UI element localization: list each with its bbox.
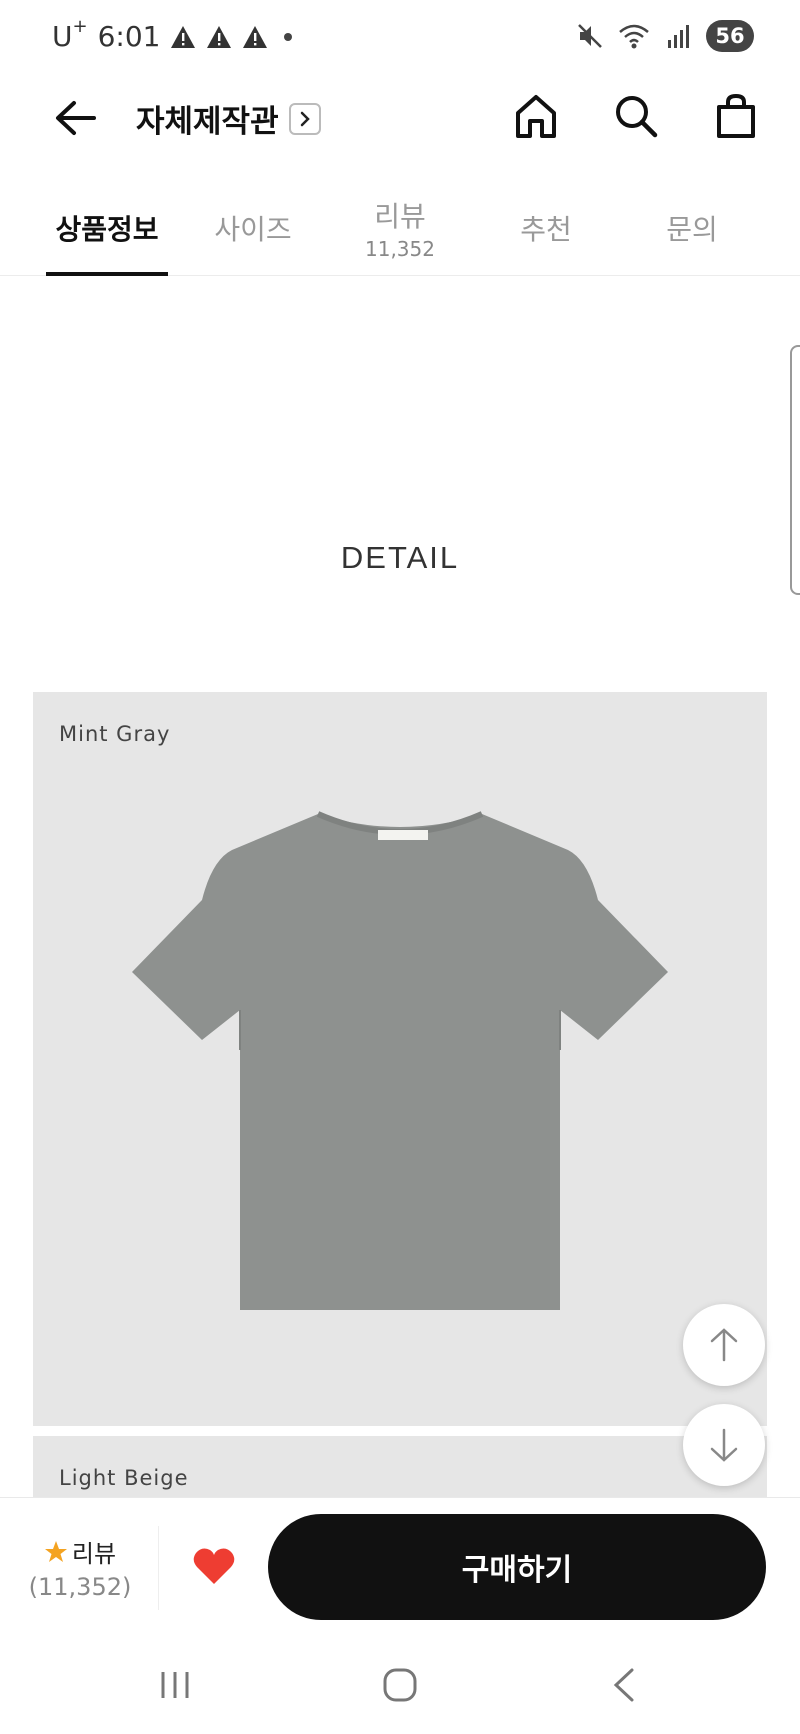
notification-dot-icon xyxy=(284,32,293,41)
store-title-link[interactable]: 자체제작관 xyxy=(136,96,321,141)
store-title: 자체제작관 xyxy=(136,104,279,140)
search-button[interactable] xyxy=(608,88,664,144)
system-nav-bar xyxy=(0,1637,800,1734)
warning-icon xyxy=(171,25,196,48)
signal-icon xyxy=(668,25,689,48)
search-icon xyxy=(616,96,658,138)
tab-inquiry[interactable]: 문의 xyxy=(642,180,742,276)
buy-button[interactable]: 구매하기 xyxy=(268,1514,766,1620)
divider xyxy=(158,1526,159,1610)
like-button[interactable] xyxy=(190,1542,238,1590)
review-tab-count: 11,352 xyxy=(365,237,435,261)
warning-icon xyxy=(243,25,268,48)
review-summary[interactable]: 리뷰 (11,352) xyxy=(20,1534,140,1601)
detail-heading: DETAIL xyxy=(340,540,460,575)
color-label: Light Beige xyxy=(59,1466,189,1490)
tab-recommend[interactable]: 추천 xyxy=(496,180,596,276)
product-tabs: 상품정보 사이즈 리뷰 11,352 추천 문의 xyxy=(0,180,800,276)
purchase-bar: 리뷰 (11,352) 구매하기 xyxy=(0,1497,800,1637)
home-nav-button[interactable] xyxy=(370,1657,430,1713)
arrow-down-icon xyxy=(710,1428,738,1462)
back-button[interactable] xyxy=(50,92,102,144)
app-header: 자체제작관 xyxy=(0,78,800,174)
tab-product-info[interactable]: 상품정보 xyxy=(46,180,168,276)
home-icon xyxy=(516,95,556,138)
scroll-bottom-button[interactable] xyxy=(683,1404,765,1486)
warning-icon xyxy=(207,25,232,48)
wifi-icon xyxy=(619,24,649,49)
home-button[interactable] xyxy=(508,88,564,144)
recent-apps-button[interactable] xyxy=(145,1657,205,1713)
carrier-label: U+ xyxy=(52,16,88,53)
chevron-right-icon xyxy=(288,102,321,135)
chevron-left-icon xyxy=(613,1668,634,1702)
tab-review[interactable]: 리뷰 11,352 xyxy=(340,180,460,276)
product-image-panel: Mint Gray xyxy=(33,692,767,1426)
heart-icon xyxy=(193,1548,235,1584)
back-nav-button[interactable] xyxy=(594,1657,654,1713)
shopping-bag-icon xyxy=(717,93,755,138)
review-count: (11,352) xyxy=(28,1573,132,1601)
clock: 6:01 xyxy=(97,20,161,53)
tab-size[interactable]: 사이즈 xyxy=(198,180,308,276)
arrow-up-icon xyxy=(710,1328,738,1362)
tshirt-image xyxy=(132,811,668,1310)
battery-icon: 56 xyxy=(706,20,754,52)
active-tab-indicator xyxy=(46,272,168,276)
review-label: 리뷰 xyxy=(71,1540,117,1568)
recent-apps-icon xyxy=(161,1672,189,1698)
star-icon xyxy=(44,1540,67,1562)
status-bar: U+ 6:01 56 xyxy=(0,0,800,78)
arrow-left-icon xyxy=(56,101,96,135)
home-circle-icon xyxy=(383,1668,417,1702)
color-label: Mint Gray xyxy=(59,722,171,746)
cart-button[interactable] xyxy=(708,88,764,144)
scroll-top-button[interactable] xyxy=(683,1304,765,1386)
mute-icon xyxy=(578,24,602,48)
